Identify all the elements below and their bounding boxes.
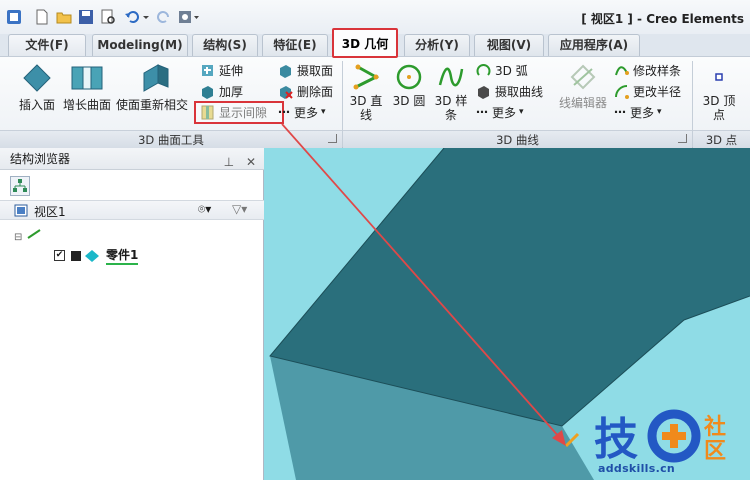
watermark-url: addskills.cn [598,462,676,475]
watermark-char-sub2: 区 [704,439,726,464]
tab-3d-geometry[interactable]: 3D 几何 [332,28,398,58]
watermark-char-main: 技 [594,414,638,465]
arrow-shaft [281,123,561,439]
watermark-char-sub1: 社 [704,414,726,440]
